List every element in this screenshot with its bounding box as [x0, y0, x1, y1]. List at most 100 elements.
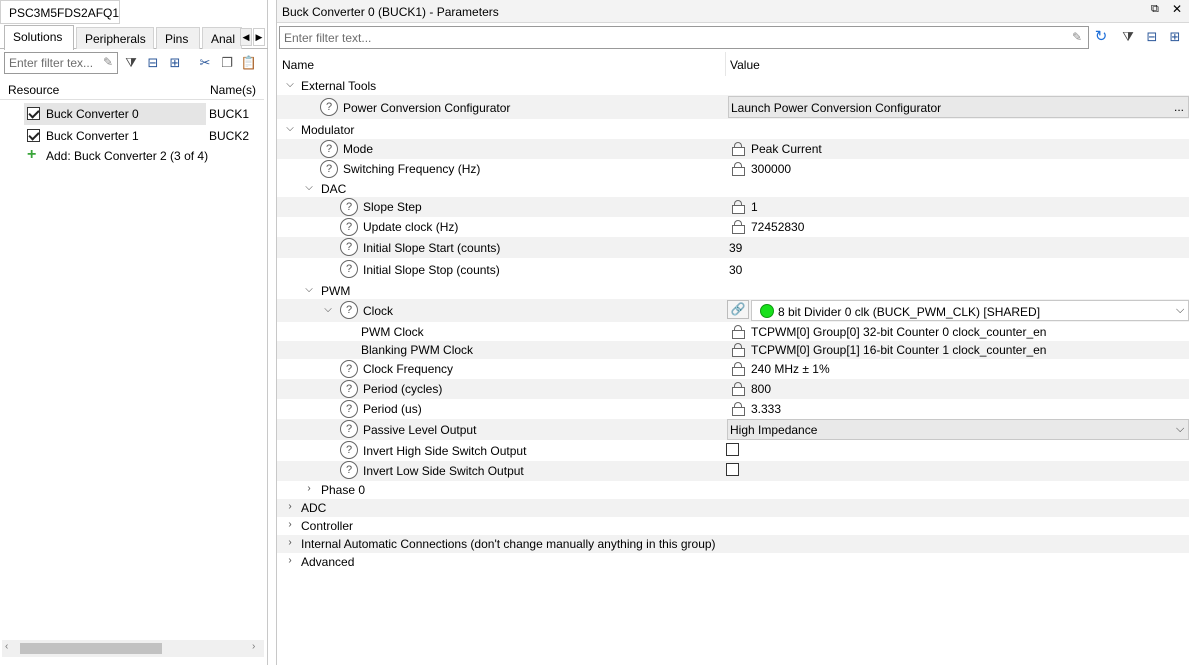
param-value-input[interactable]: 30	[729, 263, 742, 277]
group-internal-connections[interactable]: › Internal Automatic Connections (don't …	[277, 535, 1189, 553]
collapse-all-icon[interactable]: ⊟	[1143, 28, 1161, 46]
value-column-header[interactable]: Value	[730, 58, 760, 72]
group-dac[interactable]: ⌵ DAC	[277, 179, 1189, 197]
param-row-initial-slope-start[interactable]: ? Initial Slope Start (counts) 39	[277, 237, 1189, 258]
device-title-tab[interactable]: PSC3M5FDS2AFQ1	[0, 0, 120, 24]
param-row-clock[interactable]: ⌵ ? Clock 🔗 8 bit Divider 0 clk (BUCK_PW…	[277, 299, 1189, 322]
refresh-icon[interactable]: ↻	[1092, 28, 1110, 46]
invert-high-checkbox[interactable]	[726, 443, 739, 456]
tab-scroll-right-icon[interactable]: ▶	[253, 28, 265, 46]
column-divider[interactable]	[725, 52, 726, 76]
eraser-icon[interactable]: ✎	[103, 55, 113, 69]
help-icon[interactable]: ?	[340, 238, 358, 256]
chevron-down-icon[interactable]: ⌵	[304, 183, 314, 193]
chevron-down-icon[interactable]: ⌵	[285, 80, 295, 90]
link-icon[interactable]: 🔗	[727, 300, 749, 319]
expand-all-icon[interactable]: ⊞	[1166, 28, 1184, 46]
filter-icon[interactable]: ⧩	[1119, 28, 1137, 46]
scroll-right-icon[interactable]: ›	[252, 641, 255, 652]
help-icon[interactable]: ?	[340, 441, 358, 459]
launch-pcc-button[interactable]: Launch Power Conversion Configurator ...	[728, 96, 1189, 118]
collapse-icon[interactable]: ⊟	[144, 54, 162, 72]
names-column-header[interactable]: Name(s)	[210, 83, 256, 97]
param-value-input[interactable]: 39	[729, 241, 742, 255]
chevron-down-icon[interactable]: ⌵	[304, 285, 314, 295]
param-row-slope-step[interactable]: ? Slope Step 1	[277, 197, 1189, 217]
resource-row-buck-converter-0[interactable]: Buck Converter 0 BUCK1	[0, 103, 264, 125]
close-icon[interactable]: ✕	[1172, 2, 1182, 16]
param-row-pwm-clock[interactable]: PWM Clock TCPWM[0] Group[0] 32-bit Count…	[277, 322, 1189, 341]
tab-pins[interactable]: Pins	[156, 27, 200, 49]
chevron-right-icon[interactable]: ›	[285, 520, 295, 530]
tab-solutions[interactable]: Solutions	[4, 25, 74, 50]
parameters-titlebar: Buck Converter 0 (BUCK1) - Parameters ⧉ …	[277, 0, 1189, 23]
passive-level-dropdown[interactable]: High Impedance ⌵	[727, 419, 1189, 440]
param-row-invert-high-side[interactable]: ? Invert High Side Switch Output	[277, 440, 1189, 461]
group-controller[interactable]: › Controller	[277, 517, 1189, 535]
param-row-passive-level-output[interactable]: ? Passive Level Output High Impedance ⌵	[277, 419, 1189, 440]
help-icon[interactable]: ?	[340, 380, 358, 398]
group-modulator[interactable]: ⌵ Modulator	[277, 120, 1189, 138]
chevron-right-icon[interactable]: ›	[304, 484, 314, 494]
enable-checkbox[interactable]	[27, 107, 40, 120]
group-phase-0[interactable]: › Phase 0	[277, 481, 1189, 499]
param-label: Slope Step	[363, 200, 422, 214]
copy-icon[interactable]: ❐	[218, 54, 236, 72]
parameters-filter-input[interactable]: Enter filter text... ✎	[279, 26, 1089, 49]
help-icon[interactable]: ?	[340, 420, 358, 438]
cut-icon[interactable]: ✂	[196, 54, 214, 72]
ellipsis-button[interactable]: ...	[1174, 100, 1184, 114]
tab-analog[interactable]: Anal	[202, 27, 242, 49]
add-resource-row[interactable]: + Add: Buck Converter 2 (3 of 4)	[0, 146, 264, 168]
param-row-initial-slope-stop[interactable]: ? Initial Slope Stop (counts) 30	[277, 258, 1189, 280]
tab-peripherals[interactable]: Peripherals	[76, 27, 154, 49]
scroll-left-icon[interactable]: ‹	[5, 641, 8, 652]
help-icon[interactable]: ?	[340, 461, 358, 479]
help-icon[interactable]: ?	[320, 160, 338, 178]
eraser-icon[interactable]: ✎	[1072, 30, 1082, 44]
name-column-header[interactable]: Name	[282, 58, 314, 72]
help-icon[interactable]: ?	[340, 360, 358, 378]
param-row-period-us[interactable]: ? Period (us) 3.333	[277, 399, 1189, 419]
chevron-down-icon[interactable]: ⌵	[1176, 423, 1184, 436]
param-row-update-clock[interactable]: ? Update clock (Hz) 72452830	[277, 217, 1189, 237]
group-pwm[interactable]: ⌵ PWM	[277, 281, 1189, 299]
help-icon[interactable]: ?	[340, 400, 358, 418]
filter-icon[interactable]: ⧩	[122, 54, 140, 72]
group-advanced[interactable]: › Advanced	[277, 553, 1189, 571]
chevron-down-icon[interactable]: ⌵	[285, 124, 295, 134]
group-adc[interactable]: › ADC	[277, 499, 1189, 517]
clock-dropdown[interactable]: 8 bit Divider 0 clk (BUCK_PWM_CLK) [SHAR…	[751, 300, 1189, 321]
tab-scroll-left-icon[interactable]: ◀	[240, 28, 252, 46]
paste-icon[interactable]: 📋	[240, 54, 258, 72]
chevron-right-icon[interactable]: ›	[285, 556, 295, 566]
help-icon[interactable]: ?	[320, 98, 338, 116]
chevron-right-icon[interactable]: ›	[285, 502, 295, 512]
invert-low-checkbox[interactable]	[726, 463, 739, 476]
param-row-switching-frequency[interactable]: ? Switching Frequency (Hz) 300000	[277, 159, 1189, 179]
left-filter-input[interactable]: Enter filter tex... ✎	[4, 52, 118, 74]
left-horizontal-scrollbar[interactable]: ‹ ›	[2, 640, 264, 657]
enable-checkbox[interactable]	[27, 129, 40, 142]
help-icon[interactable]: ?	[340, 301, 358, 319]
resource-column-header[interactable]: Resource	[8, 83, 59, 97]
parameters-title: Buck Converter 0 (BUCK1) - Parameters	[282, 5, 499, 19]
chevron-right-icon[interactable]: ›	[285, 538, 295, 548]
chevron-down-icon[interactable]: ⌵	[323, 305, 333, 315]
help-icon[interactable]: ?	[340, 198, 358, 216]
resource-row-buck-converter-1[interactable]: Buck Converter 1 BUCK2	[0, 125, 264, 147]
param-row-invert-low-side[interactable]: ? Invert Low Side Switch Output	[277, 461, 1189, 481]
chevron-down-icon[interactable]: ⌵	[1176, 304, 1184, 317]
param-row-pcc[interactable]: ? Power Conversion Configurator Launch P…	[277, 95, 1189, 119]
expand-icon[interactable]: ⊞	[166, 54, 184, 72]
param-row-clock-frequency[interactable]: ? Clock Frequency 240 MHz ± 1%	[277, 359, 1189, 379]
param-row-period-cycles[interactable]: ? Period (cycles) 800	[277, 379, 1189, 399]
param-row-blanking-pwm-clock[interactable]: Blanking PWM Clock TCPWM[0] Group[1] 16-…	[277, 341, 1189, 359]
param-row-mode[interactable]: ? Mode Peak Current	[277, 139, 1189, 159]
float-window-icon[interactable]: ⧉	[1151, 3, 1159, 16]
help-icon[interactable]: ?	[320, 140, 338, 158]
help-icon[interactable]: ?	[340, 260, 358, 278]
help-icon[interactable]: ?	[340, 218, 358, 236]
scrollbar-thumb[interactable]	[20, 643, 162, 654]
group-external-tools[interactable]: ⌵ External Tools	[277, 76, 1189, 94]
